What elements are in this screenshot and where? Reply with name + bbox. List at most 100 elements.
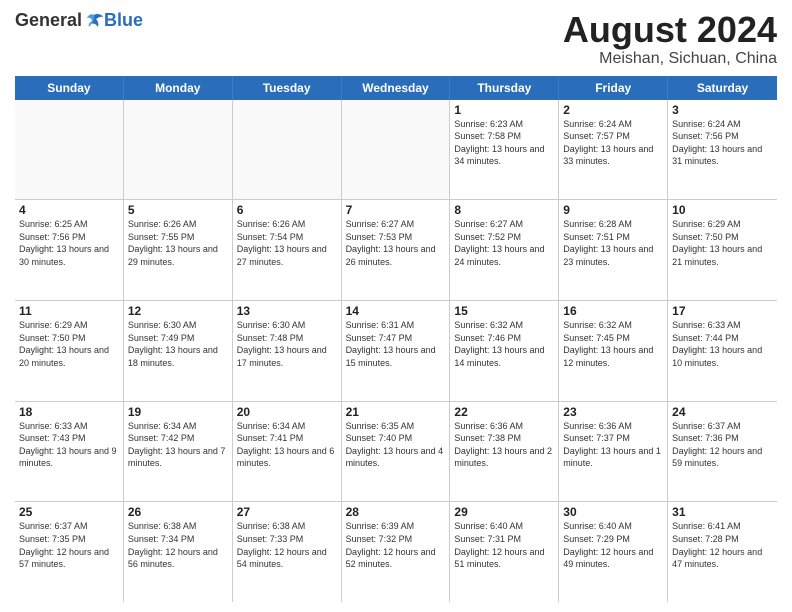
day-number: 30	[563, 505, 663, 519]
day-number: 7	[346, 203, 446, 217]
day-number: 27	[237, 505, 337, 519]
cell-info: Sunrise: 6:33 AM Sunset: 7:44 PM Dayligh…	[672, 319, 773, 369]
day-number: 28	[346, 505, 446, 519]
logo-general-text: General	[15, 10, 82, 31]
day-cell-9: 9Sunrise: 6:28 AM Sunset: 7:51 PM Daylig…	[559, 200, 668, 300]
header-thursday: Thursday	[450, 76, 559, 100]
day-number: 4	[19, 203, 119, 217]
day-number: 8	[454, 203, 554, 217]
day-cell-14: 14Sunrise: 6:31 AM Sunset: 7:47 PM Dayli…	[342, 301, 451, 401]
day-cell-3: 3Sunrise: 6:24 AM Sunset: 7:56 PM Daylig…	[668, 100, 777, 200]
day-number: 22	[454, 405, 554, 419]
day-cell-13: 13Sunrise: 6:30 AM Sunset: 7:48 PM Dayli…	[233, 301, 342, 401]
day-cell-24: 24Sunrise: 6:37 AM Sunset: 7:36 PM Dayli…	[668, 402, 777, 502]
cell-info: Sunrise: 6:36 AM Sunset: 7:37 PM Dayligh…	[563, 420, 663, 470]
day-number: 18	[19, 405, 119, 419]
day-number: 13	[237, 304, 337, 318]
cell-info: Sunrise: 6:29 AM Sunset: 7:50 PM Dayligh…	[19, 319, 119, 369]
cell-info: Sunrise: 6:34 AM Sunset: 7:42 PM Dayligh…	[128, 420, 228, 470]
day-number: 19	[128, 405, 228, 419]
day-cell-23: 23Sunrise: 6:36 AM Sunset: 7:37 PM Dayli…	[559, 402, 668, 502]
cell-info: Sunrise: 6:38 AM Sunset: 7:33 PM Dayligh…	[237, 520, 337, 570]
month-title: August 2024	[563, 10, 777, 50]
cell-info: Sunrise: 6:27 AM Sunset: 7:53 PM Dayligh…	[346, 218, 446, 268]
day-number: 17	[672, 304, 773, 318]
day-number: 24	[672, 405, 773, 419]
cell-info: Sunrise: 6:25 AM Sunset: 7:56 PM Dayligh…	[19, 218, 119, 268]
day-number: 10	[672, 203, 773, 217]
day-number: 12	[128, 304, 228, 318]
day-cell-5: 5Sunrise: 6:26 AM Sunset: 7:55 PM Daylig…	[124, 200, 233, 300]
cell-info: Sunrise: 6:23 AM Sunset: 7:58 PM Dayligh…	[454, 118, 554, 168]
cell-info: Sunrise: 6:34 AM Sunset: 7:41 PM Dayligh…	[237, 420, 337, 470]
day-number: 29	[454, 505, 554, 519]
empty-cell-0-2	[233, 100, 342, 200]
page: General Blue August 2024 Meishan, Sichua…	[0, 0, 792, 612]
calendar: Sunday Monday Tuesday Wednesday Thursday…	[15, 76, 777, 602]
day-number: 15	[454, 304, 554, 318]
day-number: 2	[563, 103, 663, 117]
cell-info: Sunrise: 6:30 AM Sunset: 7:49 PM Dayligh…	[128, 319, 228, 369]
empty-cell-0-1	[124, 100, 233, 200]
day-number: 25	[19, 505, 119, 519]
week-row-3: 11Sunrise: 6:29 AM Sunset: 7:50 PM Dayli…	[15, 301, 777, 402]
week-row-4: 18Sunrise: 6:33 AM Sunset: 7:43 PM Dayli…	[15, 402, 777, 503]
calendar-header: Sunday Monday Tuesday Wednesday Thursday…	[15, 76, 777, 100]
header-monday: Monday	[124, 76, 233, 100]
header-tuesday: Tuesday	[233, 76, 342, 100]
cell-info: Sunrise: 6:40 AM Sunset: 7:29 PM Dayligh…	[563, 520, 663, 570]
day-cell-29: 29Sunrise: 6:40 AM Sunset: 7:31 PM Dayli…	[450, 502, 559, 602]
day-cell-6: 6Sunrise: 6:26 AM Sunset: 7:54 PM Daylig…	[233, 200, 342, 300]
cell-info: Sunrise: 6:40 AM Sunset: 7:31 PM Dayligh…	[454, 520, 554, 570]
day-cell-19: 19Sunrise: 6:34 AM Sunset: 7:42 PM Dayli…	[124, 402, 233, 502]
header: General Blue August 2024 Meishan, Sichua…	[15, 10, 777, 68]
day-number: 31	[672, 505, 773, 519]
day-number: 26	[128, 505, 228, 519]
logo: General Blue	[15, 10, 143, 31]
cell-info: Sunrise: 6:30 AM Sunset: 7:48 PM Dayligh…	[237, 319, 337, 369]
logo-bird-icon	[84, 13, 104, 29]
header-wednesday: Wednesday	[342, 76, 451, 100]
day-cell-26: 26Sunrise: 6:38 AM Sunset: 7:34 PM Dayli…	[124, 502, 233, 602]
day-number: 3	[672, 103, 773, 117]
day-cell-25: 25Sunrise: 6:37 AM Sunset: 7:35 PM Dayli…	[15, 502, 124, 602]
cell-info: Sunrise: 6:28 AM Sunset: 7:51 PM Dayligh…	[563, 218, 663, 268]
day-cell-2: 2Sunrise: 6:24 AM Sunset: 7:57 PM Daylig…	[559, 100, 668, 200]
day-number: 9	[563, 203, 663, 217]
day-cell-7: 7Sunrise: 6:27 AM Sunset: 7:53 PM Daylig…	[342, 200, 451, 300]
location: Meishan, Sichuan, China	[563, 50, 777, 68]
day-number: 23	[563, 405, 663, 419]
day-number: 5	[128, 203, 228, 217]
day-cell-17: 17Sunrise: 6:33 AM Sunset: 7:44 PM Dayli…	[668, 301, 777, 401]
cell-info: Sunrise: 6:26 AM Sunset: 7:55 PM Dayligh…	[128, 218, 228, 268]
cell-info: Sunrise: 6:24 AM Sunset: 7:56 PM Dayligh…	[672, 118, 773, 168]
cell-info: Sunrise: 6:39 AM Sunset: 7:32 PM Dayligh…	[346, 520, 446, 570]
cell-info: Sunrise: 6:32 AM Sunset: 7:46 PM Dayligh…	[454, 319, 554, 369]
day-cell-10: 10Sunrise: 6:29 AM Sunset: 7:50 PM Dayli…	[668, 200, 777, 300]
cell-info: Sunrise: 6:31 AM Sunset: 7:47 PM Dayligh…	[346, 319, 446, 369]
cell-info: Sunrise: 6:24 AM Sunset: 7:57 PM Dayligh…	[563, 118, 663, 168]
day-number: 16	[563, 304, 663, 318]
week-row-5: 25Sunrise: 6:37 AM Sunset: 7:35 PM Dayli…	[15, 502, 777, 602]
day-cell-12: 12Sunrise: 6:30 AM Sunset: 7:49 PM Dayli…	[124, 301, 233, 401]
empty-cell-0-3	[342, 100, 451, 200]
day-cell-18: 18Sunrise: 6:33 AM Sunset: 7:43 PM Dayli…	[15, 402, 124, 502]
day-number: 11	[19, 304, 119, 318]
day-number: 21	[346, 405, 446, 419]
cell-info: Sunrise: 6:37 AM Sunset: 7:35 PM Dayligh…	[19, 520, 119, 570]
day-cell-28: 28Sunrise: 6:39 AM Sunset: 7:32 PM Dayli…	[342, 502, 451, 602]
header-friday: Friday	[559, 76, 668, 100]
day-number: 6	[237, 203, 337, 217]
header-saturday: Saturday	[668, 76, 777, 100]
day-number: 14	[346, 304, 446, 318]
cell-info: Sunrise: 6:36 AM Sunset: 7:38 PM Dayligh…	[454, 420, 554, 470]
title-block: August 2024 Meishan, Sichuan, China	[563, 10, 777, 68]
week-row-2: 4Sunrise: 6:25 AM Sunset: 7:56 PM Daylig…	[15, 200, 777, 301]
day-cell-16: 16Sunrise: 6:32 AM Sunset: 7:45 PM Dayli…	[559, 301, 668, 401]
header-sunday: Sunday	[15, 76, 124, 100]
day-cell-30: 30Sunrise: 6:40 AM Sunset: 7:29 PM Dayli…	[559, 502, 668, 602]
day-number: 20	[237, 405, 337, 419]
day-cell-4: 4Sunrise: 6:25 AM Sunset: 7:56 PM Daylig…	[15, 200, 124, 300]
empty-cell-0-0	[15, 100, 124, 200]
day-cell-8: 8Sunrise: 6:27 AM Sunset: 7:52 PM Daylig…	[450, 200, 559, 300]
